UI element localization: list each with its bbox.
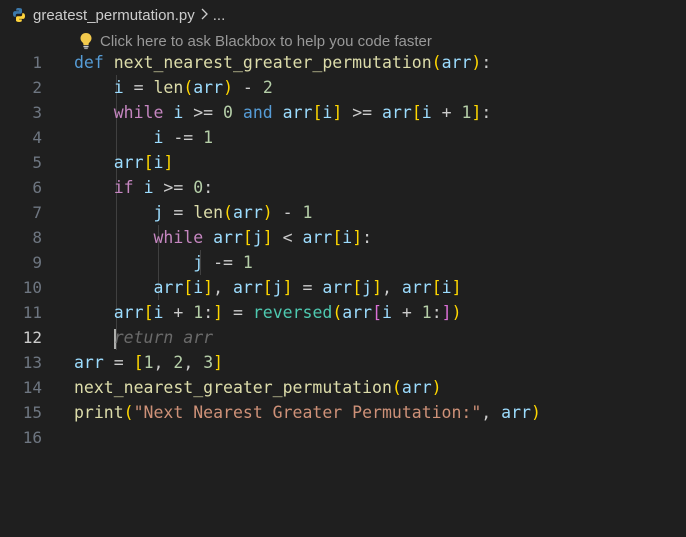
line-number: 11	[22, 303, 42, 322]
line-number: 1	[32, 53, 42, 72]
line-number: 13	[22, 353, 42, 372]
breadcrumb-file[interactable]: greatest_permutation.py	[33, 7, 195, 24]
line-number-active: 12	[22, 328, 42, 347]
code-line[interactable]: j -= 1	[74, 250, 686, 275]
code-line[interactable]: while arr[j] < arr[i]:	[74, 225, 686, 250]
code-line[interactable]: def next_nearest_greater_permutation(arr…	[74, 50, 686, 75]
code-line[interactable]: arr[i], arr[j] = arr[j], arr[i]	[74, 275, 686, 300]
code-line[interactable]: arr = [1, 2, 3]	[74, 350, 686, 375]
code-line[interactable]: if i >= 0:	[74, 175, 686, 200]
line-number: 8	[32, 228, 42, 247]
hint-text: Click here to ask Blackbox to help you c…	[100, 32, 432, 50]
line-number: 16	[22, 428, 42, 447]
line-number: 7	[32, 203, 42, 222]
code-line[interactable]: print("Next Nearest Greater Permutation:…	[74, 400, 686, 425]
ghost-suggestion: return arr	[113, 328, 214, 347]
code-line[interactable]: arr[i]	[74, 150, 686, 175]
code-line[interactable]: i -= 1	[74, 125, 686, 150]
code-editor[interactable]: def next_nearest_greater_permutation(arr…	[74, 50, 686, 450]
code-line[interactable]	[74, 425, 686, 450]
code-line[interactable]: j = len(arr) - 1	[74, 200, 686, 225]
code-line-active[interactable]: return arr	[74, 325, 686, 350]
blackbox-hint[interactable]: Click here to ask Blackbox to help you c…	[78, 30, 432, 52]
breadcrumb: greatest_permutation.py ...	[0, 0, 686, 30]
line-number: 5	[32, 153, 42, 172]
line-number: 15	[22, 403, 42, 422]
code-line[interactable]: next_nearest_greater_permutation(arr)	[74, 375, 686, 400]
lightbulb-icon	[78, 32, 94, 50]
line-number: 6	[32, 178, 42, 197]
code-line[interactable]: arr[i + 1:] = reversed(arr[i + 1:])	[74, 300, 686, 325]
code-line[interactable]: while i >= 0 and arr[i] >= arr[i + 1]:	[74, 100, 686, 125]
line-number: 4	[32, 128, 42, 147]
chevron-right-icon	[199, 7, 209, 23]
python-icon	[11, 7, 27, 23]
breadcrumb-more[interactable]: ...	[213, 7, 226, 24]
line-number: 2	[32, 78, 42, 97]
code-line[interactable]: i = len(arr) - 2	[74, 75, 686, 100]
line-number: 14	[22, 378, 42, 397]
line-number: 3	[32, 103, 42, 122]
line-number: 10	[22, 278, 42, 297]
line-number: 9	[32, 253, 42, 272]
line-number-gutter: 1 2 3 4 5 6 7 8 9 10 11 12 13 14 15 16	[0, 50, 50, 450]
